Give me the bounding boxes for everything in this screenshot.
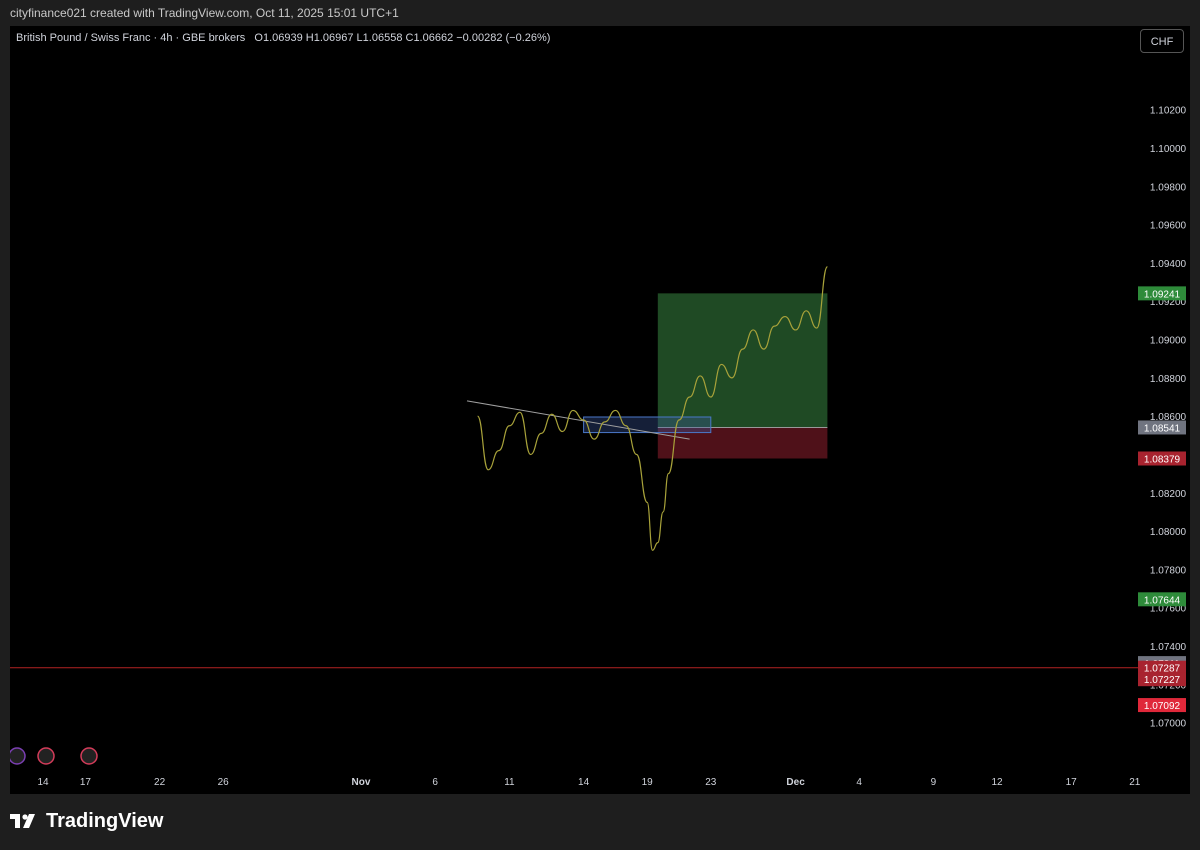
- x-tick-label: 19: [642, 777, 654, 788]
- economic-event-icon[interactable]: [37, 747, 55, 765]
- price-badge-label: 1.07644: [1144, 595, 1181, 606]
- y-tick-label: 1.07800: [1150, 565, 1187, 576]
- y-tick-label: 1.08800: [1150, 374, 1187, 385]
- x-tick-label: 11: [504, 777, 515, 788]
- x-tick-label: 6: [432, 777, 438, 788]
- price-badge-label: 1.08541: [1144, 423, 1181, 434]
- logo-text: TradingView: [46, 810, 164, 832]
- x-tick-label: 23: [705, 777, 717, 788]
- symbol-name: British Pound / Swiss Franc · 4h · GBE b…: [16, 32, 246, 44]
- x-tick-label: 21: [1129, 777, 1141, 788]
- x-tick-label: 22: [154, 777, 166, 788]
- symbol-legend: British Pound / Swiss Franc · 4h · GBE b…: [16, 32, 550, 44]
- x-tick-label: 4: [856, 777, 862, 788]
- x-tick-label: 17: [1066, 777, 1078, 788]
- footer: TradingView: [0, 794, 1200, 850]
- chart-credit: cityfinance021 created with TradingView.…: [0, 0, 1200, 26]
- x-tick-label: Nov: [352, 777, 371, 788]
- y-tick-label: 1.08000: [1150, 527, 1187, 538]
- entry-zone-box[interactable]: [583, 416, 712, 434]
- chart-panel[interactable]: 1.10200 1.10000 1.09800 1.09600 1.09400 1.092…: [10, 26, 1190, 794]
- ohlc-values: O1.06939 H1.06967 L1.06558 C1.06662 −0.0…: [254, 32, 551, 44]
- profit-zone[interactable]: [657, 293, 828, 428]
- y-tick-label: 1.10200: [1150, 106, 1187, 117]
- price-badge-label: 1.07092: [1144, 701, 1181, 712]
- x-tick-label: 12: [991, 777, 1003, 788]
- y-tick-label: 1.09600: [1150, 221, 1187, 232]
- y-tick-label: 1.09000: [1150, 336, 1187, 347]
- economic-event-icon[interactable]: [80, 747, 98, 765]
- price-badge-label: 1.07227: [1144, 675, 1181, 686]
- y-tick-label: 1.07400: [1150, 642, 1187, 653]
- x-tick-label: 14: [578, 777, 590, 788]
- x-tick-label: 17: [80, 777, 92, 788]
- price-badge-label: 1.08379: [1144, 455, 1181, 466]
- y-tick-label: 1.10000: [1150, 144, 1187, 155]
- y-tick-label: 1.07000: [1150, 719, 1187, 730]
- tradingview-logo[interactable]: TradingView: [10, 810, 163, 833]
- tradingview-logo-icon: [10, 813, 35, 828]
- y-tick-label: 1.08200: [1150, 489, 1187, 500]
- currency-button[interactable]: CHF: [1140, 29, 1184, 53]
- y-tick-label: 1.09800: [1150, 182, 1187, 193]
- price-chart[interactable]: 1.10200 1.10000 1.09800 1.09600 1.09400 1.092…: [10, 26, 1190, 794]
- x-tick-label: 14: [37, 777, 49, 788]
- x-tick-label: 26: [218, 777, 230, 788]
- y-tick-label: 1.09400: [1150, 259, 1187, 270]
- x-tick-label: 9: [931, 777, 937, 788]
- x-tick-label: Dec: [786, 777, 805, 788]
- event-icon[interactable]: [10, 747, 26, 765]
- price-badge-label: 1.09241: [1144, 289, 1181, 300]
